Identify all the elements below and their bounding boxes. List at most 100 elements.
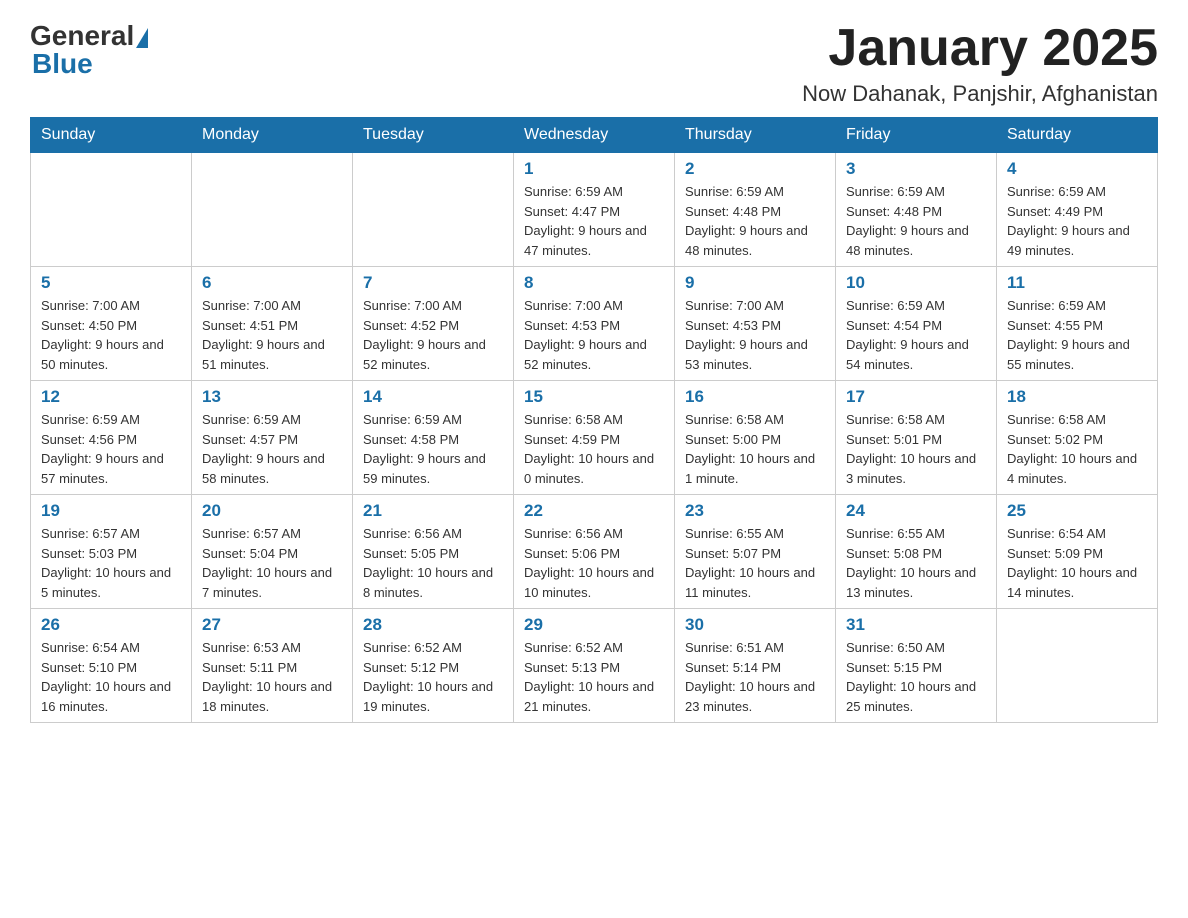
calendar-day-cell: 28Sunrise: 6:52 AMSunset: 5:12 PMDayligh… bbox=[353, 609, 514, 723]
calendar-day-cell: 26 Sunrise: 6:54 AMSunset: 5:10 PMDayligh… bbox=[31, 609, 192, 723]
calendar-day-cell: 10Sunrise: 6:59 AMSunset: 4:54 PMDayligh… bbox=[836, 267, 997, 381]
day-of-week-header: Saturday bbox=[997, 118, 1158, 153]
logo-blue-text: Blue bbox=[32, 48, 93, 80]
calendar-day-cell: 12 Sunrise: 6:59 AMSunset: 4:56 PMDayligh… bbox=[31, 381, 192, 495]
calendar-day-cell: 19 Sunrise: 6:57 AMSunset: 5:03 PMDayligh… bbox=[31, 495, 192, 609]
calendar-header: SundayMondayTuesdayWednesdayThursdayFrid… bbox=[31, 118, 1158, 153]
calendar-day-cell: 18Sunrise: 6:58 AMSunset: 5:02 PMDayligh… bbox=[997, 381, 1158, 495]
day-number: 17 bbox=[846, 387, 986, 407]
day-number: 10 bbox=[846, 273, 986, 293]
calendar-day-cell: 5Sunrise: 7:00 AMSunset: 4:50 PMDaylight… bbox=[31, 267, 192, 381]
calendar-day-cell: 21Sunrise: 6:56 AMSunset: 5:05 PMDayligh… bbox=[353, 495, 514, 609]
day-number: 25 bbox=[1007, 501, 1147, 521]
day-info: Sunrise: 7:00 AMSunset: 4:50 PMDaylight:… bbox=[41, 296, 181, 374]
day-number: 21 bbox=[363, 501, 503, 521]
calendar-day-cell: 11 Sunrise: 6:59 AMSunset: 4:55 PMDayligh… bbox=[997, 267, 1158, 381]
day-info: Sunrise: 6:55 AMSunset: 5:08 PMDaylight:… bbox=[846, 524, 986, 602]
calendar-day-cell: 13 Sunrise: 6:59 AMSunset: 4:57 PMDayligh… bbox=[192, 381, 353, 495]
day-number: 2 bbox=[685, 159, 825, 179]
day-number: 1 bbox=[524, 159, 664, 179]
day-info: Sunrise: 6:59 AMSunset: 4:56 PMDaylight:… bbox=[41, 410, 181, 488]
calendar-day-cell: 27 Sunrise: 6:53 AMSunset: 5:11 PMDayligh… bbox=[192, 609, 353, 723]
day-info: Sunrise: 6:54 AMSunset: 5:10 PMDaylight:… bbox=[41, 638, 181, 716]
calendar-title-area: January 2025 Now Dahanak, Panjshir, Afgh… bbox=[802, 20, 1158, 107]
calendar-day-cell: 2 Sunrise: 6:59 AMSunset: 4:48 PMDaylight… bbox=[675, 153, 836, 267]
day-number: 29 bbox=[524, 615, 664, 635]
day-number: 11 bbox=[1007, 273, 1147, 293]
calendar-body: 1 Sunrise: 6:59 AMSunset: 4:47 PMDaylight… bbox=[31, 153, 1158, 723]
day-info: Sunrise: 6:57 AMSunset: 5:03 PMDaylight:… bbox=[41, 524, 181, 602]
calendar-day-cell bbox=[997, 609, 1158, 723]
day-number: 14 bbox=[363, 387, 503, 407]
day-of-week-header: Sunday bbox=[31, 118, 192, 153]
day-of-week-header: Monday bbox=[192, 118, 353, 153]
day-number: 16 bbox=[685, 387, 825, 407]
day-number: 4 bbox=[1007, 159, 1147, 179]
logo-triangle-icon bbox=[136, 28, 148, 48]
day-number: 8 bbox=[524, 273, 664, 293]
day-number: 27 bbox=[202, 615, 342, 635]
day-info: Sunrise: 6:57 AMSunset: 5:04 PMDaylight:… bbox=[202, 524, 342, 602]
day-info: Sunrise: 6:52 AMSunset: 5:13 PMDaylight:… bbox=[524, 638, 664, 716]
logo: General Blue bbox=[30, 20, 148, 80]
day-info: Sunrise: 6:59 AMSunset: 4:49 PMDaylight:… bbox=[1007, 182, 1147, 260]
calendar-day-cell: 3 Sunrise: 6:59 AMSunset: 4:48 PMDaylight… bbox=[836, 153, 997, 267]
day-number: 12 bbox=[41, 387, 181, 407]
calendar-table: SundayMondayTuesdayWednesdayThursdayFrid… bbox=[30, 117, 1158, 723]
day-info: Sunrise: 6:59 AMSunset: 4:57 PMDaylight:… bbox=[202, 410, 342, 488]
calendar-day-cell: 30Sunrise: 6:51 AMSunset: 5:14 PMDayligh… bbox=[675, 609, 836, 723]
calendar-day-cell: 7Sunrise: 7:00 AMSunset: 4:52 PMDaylight… bbox=[353, 267, 514, 381]
calendar-day-cell: 16Sunrise: 6:58 AMSunset: 5:00 PMDayligh… bbox=[675, 381, 836, 495]
day-number: 24 bbox=[846, 501, 986, 521]
day-info: Sunrise: 7:00 AMSunset: 4:53 PMDaylight:… bbox=[685, 296, 825, 374]
day-number: 7 bbox=[363, 273, 503, 293]
day-info: Sunrise: 7:00 AMSunset: 4:51 PMDaylight:… bbox=[202, 296, 342, 374]
day-info: Sunrise: 6:55 AMSunset: 5:07 PMDaylight:… bbox=[685, 524, 825, 602]
day-number: 23 bbox=[685, 501, 825, 521]
day-number: 3 bbox=[846, 159, 986, 179]
day-of-week-header: Thursday bbox=[675, 118, 836, 153]
day-number: 19 bbox=[41, 501, 181, 521]
day-info: Sunrise: 6:58 AMSunset: 5:02 PMDaylight:… bbox=[1007, 410, 1147, 488]
calendar-day-cell bbox=[353, 153, 514, 267]
calendar-subtitle: Now Dahanak, Panjshir, Afghanistan bbox=[802, 81, 1158, 107]
day-number: 26 bbox=[41, 615, 181, 635]
calendar-day-cell: 22 Sunrise: 6:56 AMSunset: 5:06 PMDayligh… bbox=[514, 495, 675, 609]
day-info: Sunrise: 6:58 AMSunset: 5:01 PMDaylight:… bbox=[846, 410, 986, 488]
calendar-day-cell: 15 Sunrise: 6:58 AMSunset: 4:59 PMDayligh… bbox=[514, 381, 675, 495]
calendar-week-row: 26 Sunrise: 6:54 AMSunset: 5:10 PMDayligh… bbox=[31, 609, 1158, 723]
day-info: Sunrise: 6:56 AMSunset: 5:06 PMDaylight:… bbox=[524, 524, 664, 602]
day-of-week-header: Friday bbox=[836, 118, 997, 153]
calendar-day-cell: 17 Sunrise: 6:58 AMSunset: 5:01 PMDayligh… bbox=[836, 381, 997, 495]
day-number: 9 bbox=[685, 273, 825, 293]
day-info: Sunrise: 6:58 AMSunset: 4:59 PMDaylight:… bbox=[524, 410, 664, 488]
day-number: 30 bbox=[685, 615, 825, 635]
calendar-day-cell: 25 Sunrise: 6:54 AMSunset: 5:09 PMDayligh… bbox=[997, 495, 1158, 609]
day-info: Sunrise: 6:59 AMSunset: 4:48 PMDaylight:… bbox=[846, 182, 986, 260]
calendar-day-cell: 8 Sunrise: 7:00 AMSunset: 4:53 PMDaylight… bbox=[514, 267, 675, 381]
day-number: 13 bbox=[202, 387, 342, 407]
day-number: 15 bbox=[524, 387, 664, 407]
day-number: 31 bbox=[846, 615, 986, 635]
day-number: 22 bbox=[524, 501, 664, 521]
day-info: Sunrise: 6:59 AMSunset: 4:47 PMDaylight:… bbox=[524, 182, 664, 260]
day-info: Sunrise: 6:54 AMSunset: 5:09 PMDaylight:… bbox=[1007, 524, 1147, 602]
calendar-day-cell: 6 Sunrise: 7:00 AMSunset: 4:51 PMDaylight… bbox=[192, 267, 353, 381]
day-info: Sunrise: 6:59 AMSunset: 4:55 PMDaylight:… bbox=[1007, 296, 1147, 374]
day-info: Sunrise: 6:59 AMSunset: 4:58 PMDaylight:… bbox=[363, 410, 503, 488]
calendar-day-cell: 24 Sunrise: 6:55 AMSunset: 5:08 PMDayligh… bbox=[836, 495, 997, 609]
day-info: Sunrise: 7:00 AMSunset: 4:53 PMDaylight:… bbox=[524, 296, 664, 374]
calendar-day-cell: 31 Sunrise: 6:50 AMSunset: 5:15 PMDayligh… bbox=[836, 609, 997, 723]
calendar-day-cell: 9 Sunrise: 7:00 AMSunset: 4:53 PMDaylight… bbox=[675, 267, 836, 381]
calendar-title: January 2025 bbox=[802, 20, 1158, 77]
day-info: Sunrise: 6:50 AMSunset: 5:15 PMDaylight:… bbox=[846, 638, 986, 716]
day-of-week-header: Tuesday bbox=[353, 118, 514, 153]
day-info: Sunrise: 6:53 AMSunset: 5:11 PMDaylight:… bbox=[202, 638, 342, 716]
day-number: 6 bbox=[202, 273, 342, 293]
calendar-day-cell: 20Sunrise: 6:57 AMSunset: 5:04 PMDayligh… bbox=[192, 495, 353, 609]
calendar-day-cell: 23 Sunrise: 6:55 AMSunset: 5:07 PMDayligh… bbox=[675, 495, 836, 609]
days-of-week-row: SundayMondayTuesdayWednesdayThursdayFrid… bbox=[31, 118, 1158, 153]
calendar-week-row: 12 Sunrise: 6:59 AMSunset: 4:56 PMDayligh… bbox=[31, 381, 1158, 495]
day-info: Sunrise: 6:59 AMSunset: 4:48 PMDaylight:… bbox=[685, 182, 825, 260]
calendar-day-cell: 1 Sunrise: 6:59 AMSunset: 4:47 PMDaylight… bbox=[514, 153, 675, 267]
